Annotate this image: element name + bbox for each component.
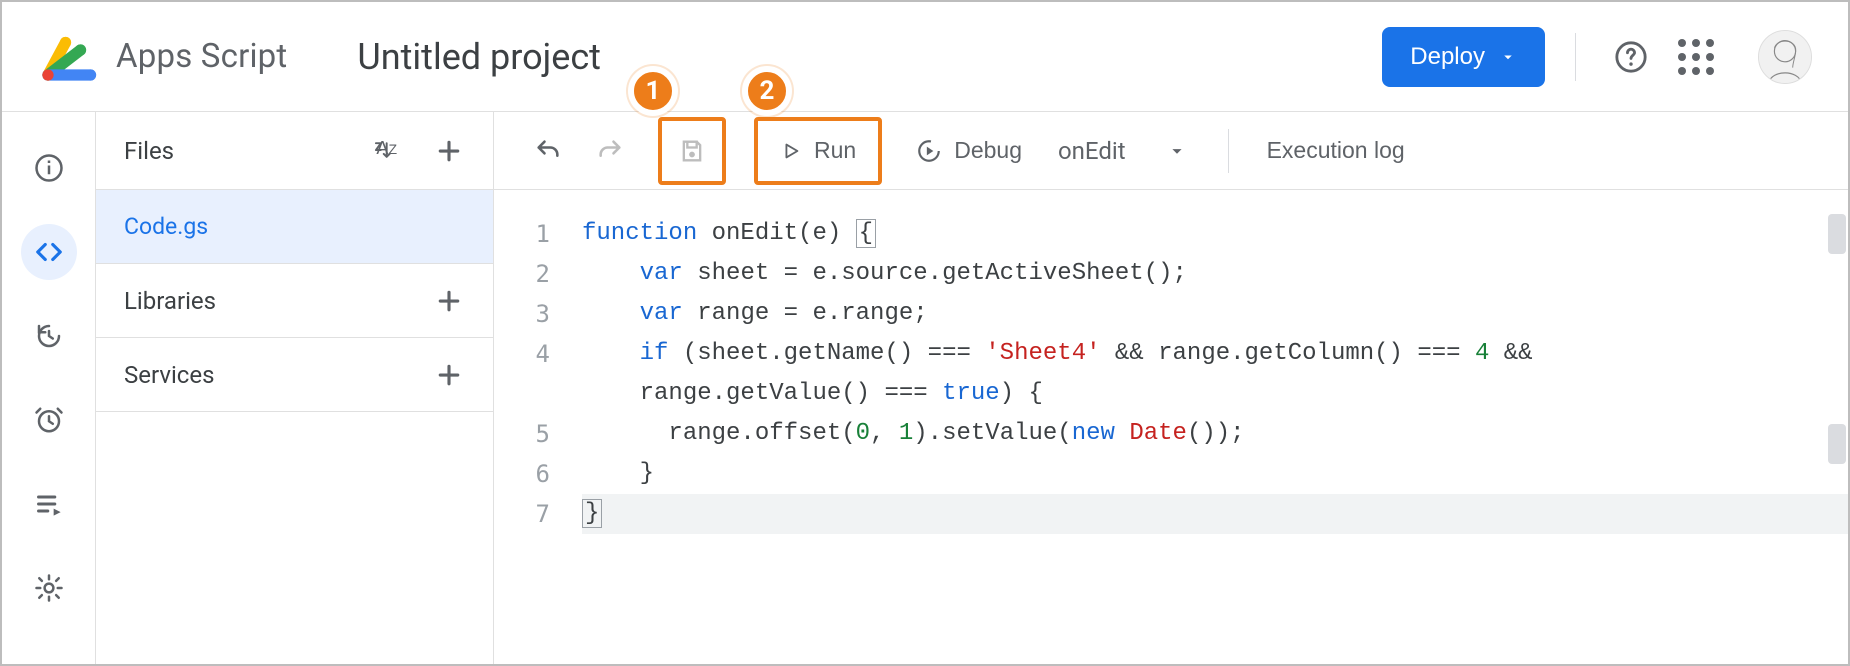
app-header: Apps Script Untitled project Deploy [2,2,1848,112]
scrollbar-marker [1828,424,1846,464]
redo-button[interactable] [582,123,638,179]
product-brand: Apps Script [38,25,287,89]
services-label: Services [124,361,214,389]
deploy-button[interactable]: Deploy [1382,27,1545,87]
function-select-value: onEdit [1058,137,1126,165]
execution-log-button[interactable]: Execution log [1253,123,1419,179]
function-select[interactable]: onEdit [1042,137,1204,165]
scrollbar-marker [1828,214,1846,254]
editor-toolbar: Run Debug onEdit Execution log [494,112,1848,190]
save-button[interactable] [664,123,720,179]
rail-triggers[interactable] [21,308,77,364]
execution-log-label: Execution log [1267,137,1405,164]
files-panel-title: Files [124,137,174,165]
rail-settings[interactable] [21,560,77,616]
code-editor[interactable]: 1 2 3 4 5 6 7 function onEdit(e) { var s… [494,190,1848,664]
caret-down-icon [1499,48,1517,66]
editor-area: 1 2 Run Debug [494,112,1848,664]
run-button[interactable]: Run [760,123,876,179]
services-section: Services [96,338,493,412]
playlist-icon [35,490,63,518]
play-icon [780,140,802,162]
callout-2: 2 [742,66,792,116]
plus-icon [434,286,464,316]
info-icon [34,153,64,183]
debug-icon [916,138,942,164]
file-item[interactable]: Code.gs [96,190,493,264]
gear-icon [34,573,64,603]
plus-icon [434,136,464,166]
add-library-button[interactable] [427,279,471,323]
add-file-button[interactable] [427,129,471,173]
help-icon [1614,40,1648,74]
files-panel-header: Files AZ [96,112,493,190]
line-gutter: 1 2 3 4 5 6 7 [494,190,564,664]
libraries-label: Libraries [124,287,216,315]
apps-script-logo [38,25,98,89]
deploy-button-label: Deploy [1410,43,1485,71]
run-highlight: Run [754,117,882,185]
rail-execution-log[interactable] [21,476,77,532]
code-content[interactable]: function onEdit(e) { var sheet = e.sourc… [564,190,1848,664]
left-rail [2,112,96,664]
account-avatar[interactable] [1758,30,1812,84]
alarm-icon [34,405,64,435]
file-name: Code.gs [124,213,208,240]
undo-icon [534,137,562,165]
history-icon [34,321,64,351]
callout-1: 1 [628,66,678,116]
save-icon [678,136,706,166]
add-service-button[interactable] [427,353,471,397]
files-panel: Files AZ Code.gs Libraries Services [96,112,494,664]
rail-editor[interactable] [21,224,77,280]
product-name: Apps Script [116,37,287,76]
avatar-image [1759,30,1811,84]
debug-button-label: Debug [954,137,1022,164]
undo-button[interactable] [520,123,576,179]
rail-executions[interactable] [21,392,77,448]
divider [1228,129,1229,173]
redo-icon [596,137,624,165]
divider [1575,33,1576,81]
code-icon [34,237,64,267]
libraries-section: Libraries [96,264,493,338]
plus-icon [434,360,464,390]
save-highlight [658,117,726,185]
project-title[interactable]: Untitled project [357,36,601,78]
sort-files-button[interactable]: AZ [373,129,417,173]
google-apps-button[interactable] [1678,39,1714,75]
caret-down-icon [1166,140,1188,162]
rail-overview[interactable] [21,140,77,196]
run-button-label: Run [814,137,856,164]
help-button[interactable] [1606,32,1656,82]
debug-button[interactable]: Debug [902,123,1036,179]
